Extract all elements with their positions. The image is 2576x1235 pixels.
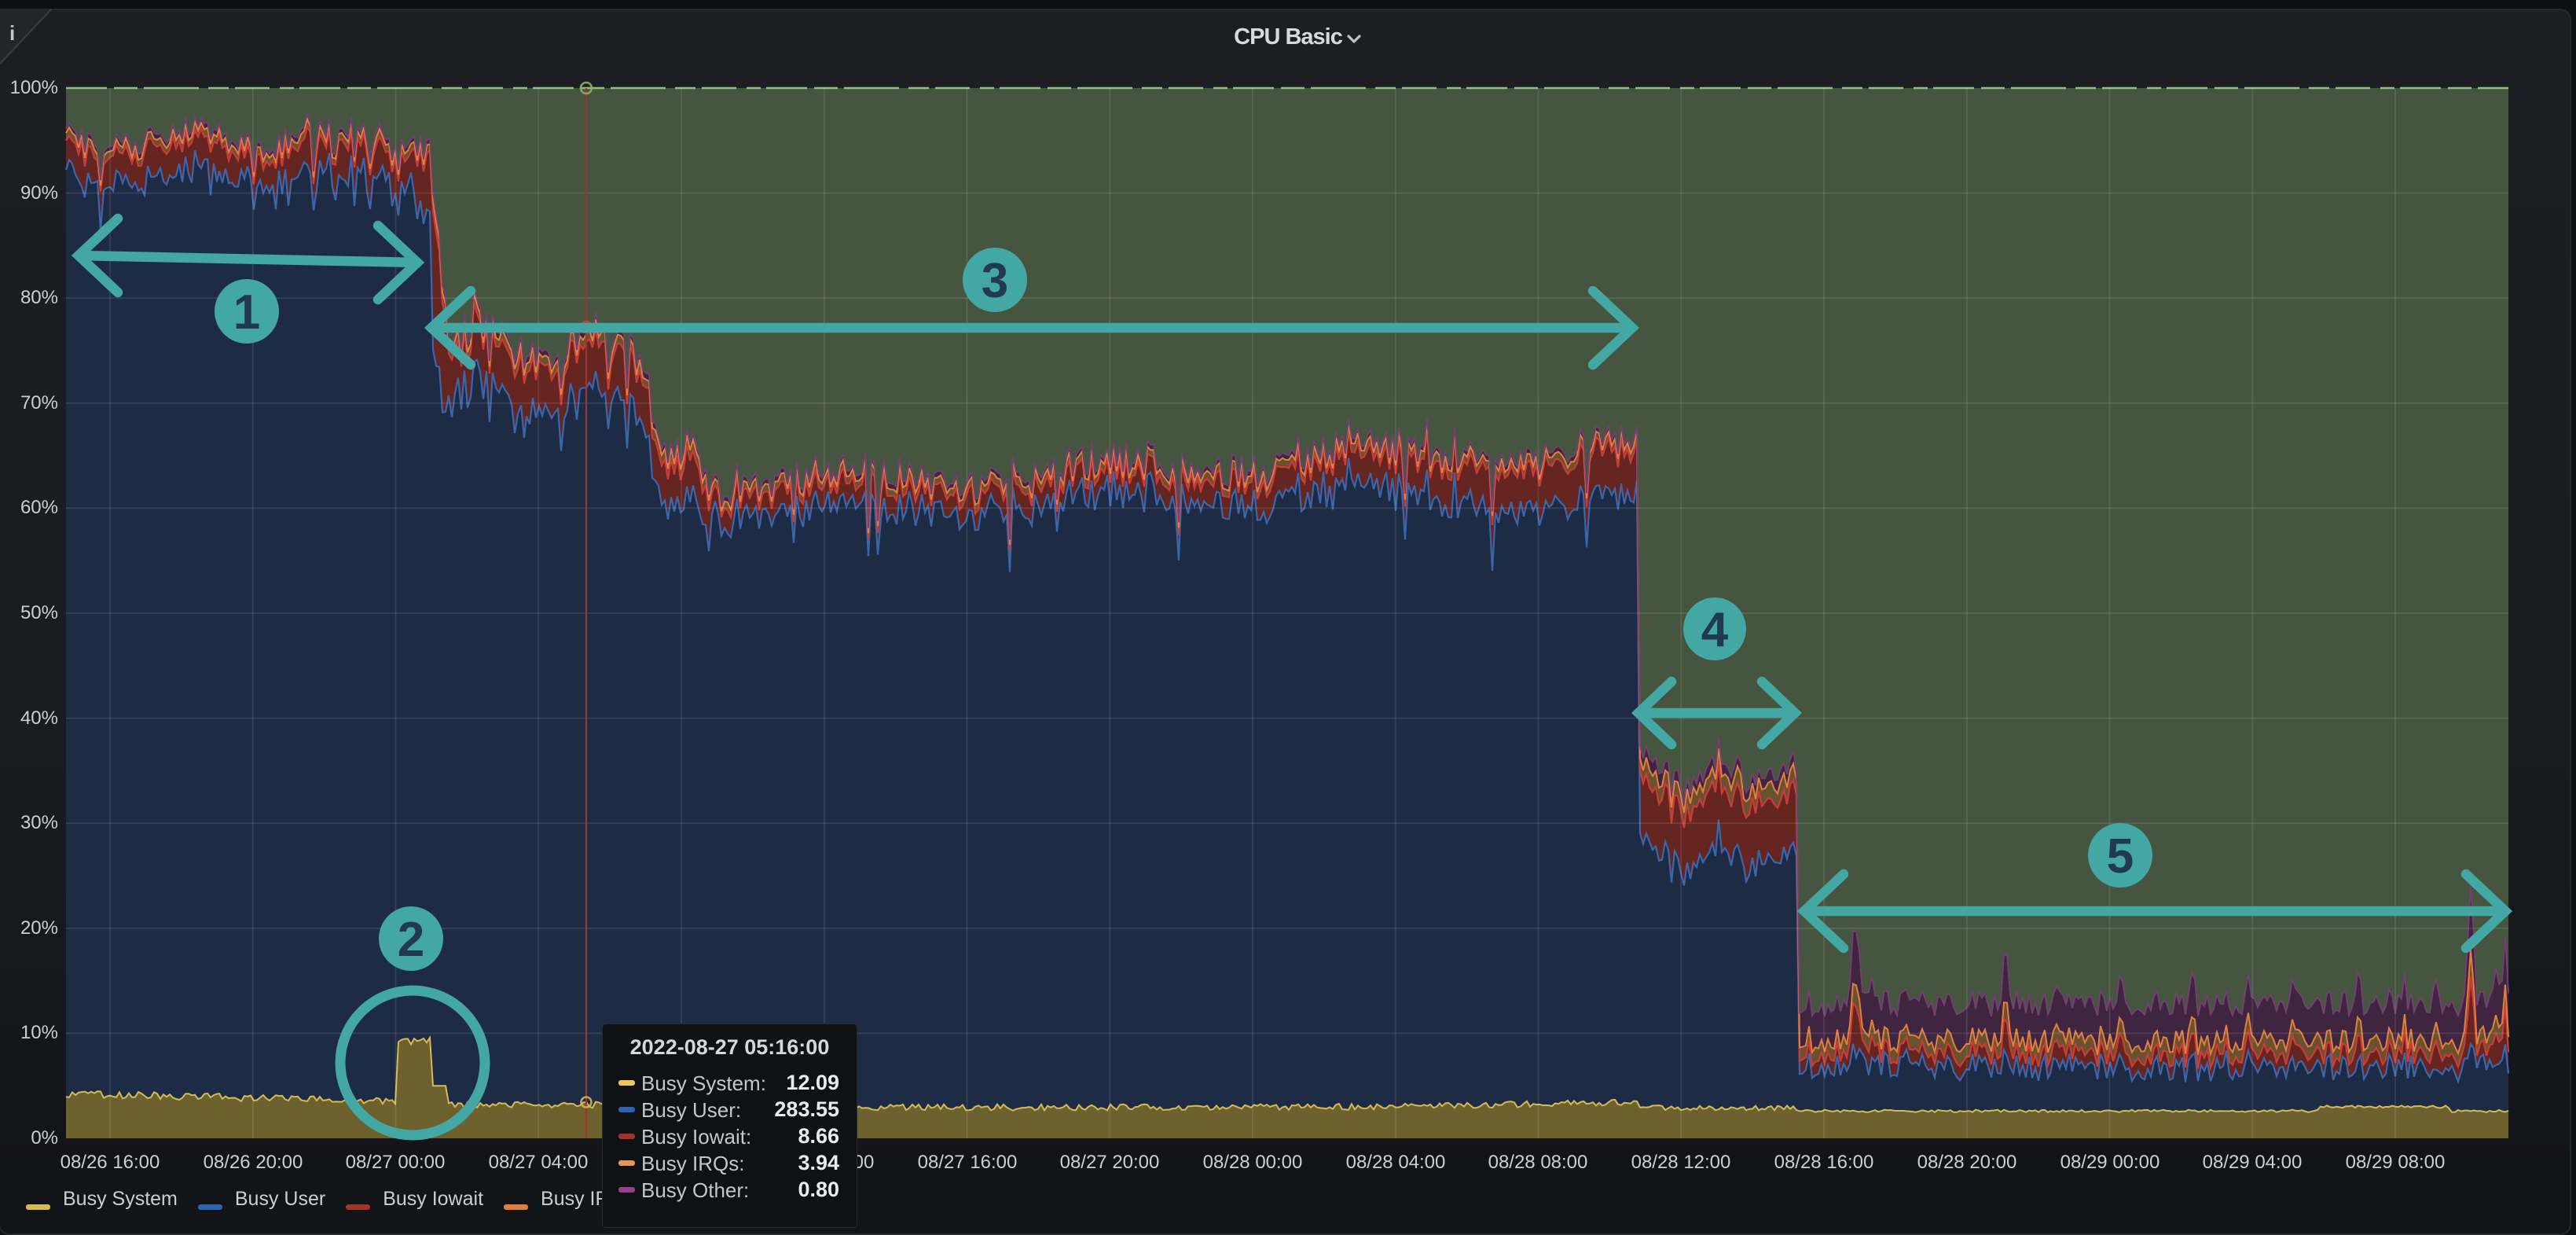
svg-text:2: 2 [398,913,424,967]
svg-text:i: i [9,21,15,45]
svg-text:1: 1 [233,285,260,340]
svg-text:5: 5 [2107,829,2134,884]
svg-text:3: 3 [982,254,1008,308]
svg-text:4: 4 [1701,603,1729,657]
